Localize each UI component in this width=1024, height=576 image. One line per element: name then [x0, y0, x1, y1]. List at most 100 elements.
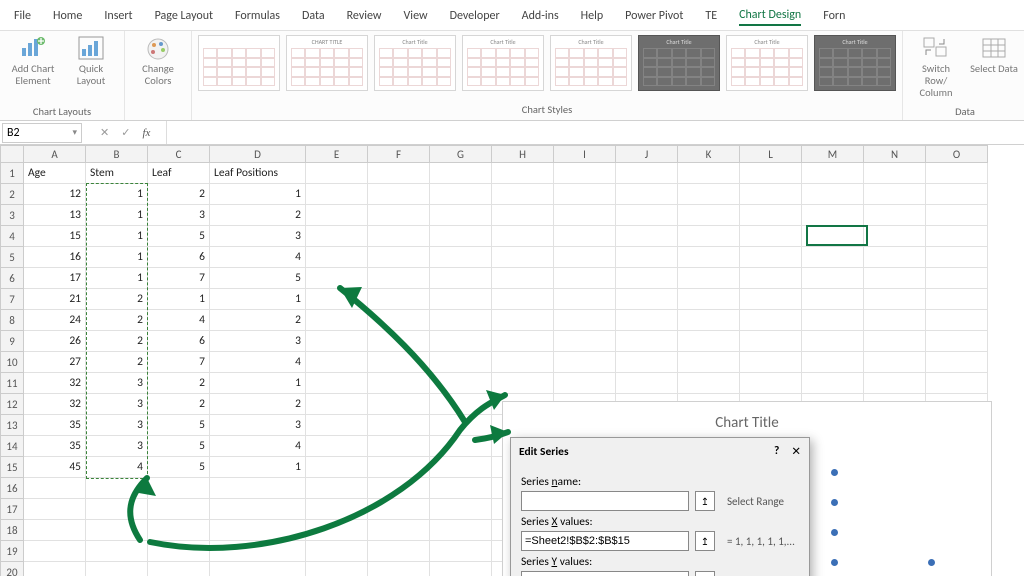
- cell[interactable]: [616, 331, 678, 352]
- tab-data[interactable]: Data: [302, 7, 325, 25]
- cell[interactable]: [864, 226, 926, 247]
- cell[interactable]: [430, 457, 492, 478]
- cell[interactable]: [368, 163, 430, 184]
- cell[interactable]: [678, 331, 740, 352]
- cell[interactable]: [802, 310, 864, 331]
- cell[interactable]: [616, 247, 678, 268]
- row-header[interactable]: 8: [0, 310, 24, 331]
- row-header[interactable]: 19: [0, 541, 24, 562]
- cell[interactable]: [926, 163, 988, 184]
- cell[interactable]: [554, 184, 616, 205]
- row-header[interactable]: 9: [0, 331, 24, 352]
- tab-page-layout[interactable]: Page Layout: [155, 7, 213, 25]
- cell[interactable]: [430, 310, 492, 331]
- cell[interactable]: [926, 247, 988, 268]
- row-header[interactable]: 12: [0, 394, 24, 415]
- cell[interactable]: [210, 520, 306, 541]
- cell[interactable]: [864, 184, 926, 205]
- chart-style-thumb[interactable]: [198, 35, 280, 91]
- cell[interactable]: [368, 226, 430, 247]
- cell[interactable]: [802, 352, 864, 373]
- cell[interactable]: [926, 268, 988, 289]
- column-header[interactable]: C: [148, 145, 210, 163]
- cell[interactable]: [740, 352, 802, 373]
- cell[interactable]: [24, 520, 86, 541]
- cell[interactable]: [368, 352, 430, 373]
- cell[interactable]: 24: [24, 310, 86, 331]
- cell[interactable]: [678, 289, 740, 310]
- cell[interactable]: [554, 226, 616, 247]
- chart-style-thumb[interactable]: CHART TITLE: [286, 35, 368, 91]
- accept-formula-icon[interactable]: ✓: [121, 126, 130, 139]
- cell[interactable]: 3: [210, 415, 306, 436]
- chart-style-thumb[interactable]: Chart Title: [462, 35, 544, 91]
- row-header[interactable]: 14: [0, 436, 24, 457]
- cell[interactable]: [678, 352, 740, 373]
- cell[interactable]: 15: [24, 226, 86, 247]
- cell[interactable]: [740, 310, 802, 331]
- chart-style-thumb[interactable]: Chart Title: [550, 35, 632, 91]
- cell[interactable]: [430, 478, 492, 499]
- cell[interactable]: [864, 205, 926, 226]
- select-data-button[interactable]: Select Data: [969, 35, 1019, 75]
- cell[interactable]: [740, 226, 802, 247]
- tab-te[interactable]: TE: [705, 7, 717, 25]
- cell[interactable]: 5: [148, 457, 210, 478]
- row-header[interactable]: 2: [0, 184, 24, 205]
- chart-data-point[interactable]: [928, 559, 935, 566]
- cell[interactable]: 5: [210, 268, 306, 289]
- cell[interactable]: 1: [210, 289, 306, 310]
- chart-styles-gallery[interactable]: CHART TITLE Chart Title Chart Title Char…: [198, 35, 896, 91]
- cell[interactable]: [492, 289, 554, 310]
- cell[interactable]: [616, 268, 678, 289]
- cell[interactable]: 1: [86, 184, 148, 205]
- cell[interactable]: [926, 205, 988, 226]
- column-header[interactable]: E: [306, 145, 368, 163]
- row-header[interactable]: 17: [0, 499, 24, 520]
- cell[interactable]: [368, 289, 430, 310]
- cell[interactable]: [926, 352, 988, 373]
- cell[interactable]: [554, 163, 616, 184]
- column-header[interactable]: L: [740, 145, 802, 163]
- cell[interactable]: 32: [24, 373, 86, 394]
- add-chart-element-button[interactable]: Add Chart Element: [8, 35, 58, 87]
- cell[interactable]: [210, 499, 306, 520]
- cell[interactable]: 16: [24, 247, 86, 268]
- cell[interactable]: 1: [86, 268, 148, 289]
- column-header[interactable]: H: [492, 145, 554, 163]
- cell[interactable]: [148, 562, 210, 576]
- quick-layout-button[interactable]: Quick Layout: [66, 35, 116, 87]
- cell[interactable]: [678, 373, 740, 394]
- row-header[interactable]: 7: [0, 289, 24, 310]
- chart-style-thumb[interactable]: Chart Title: [374, 35, 456, 91]
- column-header[interactable]: J: [616, 145, 678, 163]
- cell[interactable]: [306, 352, 368, 373]
- column-header[interactable]: O: [926, 145, 988, 163]
- cell[interactable]: [368, 457, 430, 478]
- cell[interactable]: [368, 394, 430, 415]
- cell[interactable]: [864, 268, 926, 289]
- cell[interactable]: [24, 478, 86, 499]
- cell[interactable]: 6: [148, 247, 210, 268]
- cancel-formula-icon[interactable]: ✕: [100, 126, 109, 139]
- cell[interactable]: [430, 268, 492, 289]
- cell[interactable]: [430, 247, 492, 268]
- name-box[interactable]: B2 ▾: [2, 123, 82, 143]
- cell[interactable]: [368, 331, 430, 352]
- cell[interactable]: 5: [148, 226, 210, 247]
- cell[interactable]: [306, 373, 368, 394]
- cell[interactable]: 4: [210, 352, 306, 373]
- tab-insert[interactable]: Insert: [104, 7, 132, 25]
- cell[interactable]: [926, 310, 988, 331]
- cell[interactable]: [926, 373, 988, 394]
- cell[interactable]: [492, 310, 554, 331]
- cell[interactable]: [616, 352, 678, 373]
- cell[interactable]: [678, 247, 740, 268]
- cell[interactable]: [492, 205, 554, 226]
- tab-review[interactable]: Review: [347, 7, 382, 25]
- cell[interactable]: [678, 184, 740, 205]
- cell[interactable]: [926, 226, 988, 247]
- cell[interactable]: [492, 331, 554, 352]
- cell[interactable]: [616, 184, 678, 205]
- cell[interactable]: [802, 163, 864, 184]
